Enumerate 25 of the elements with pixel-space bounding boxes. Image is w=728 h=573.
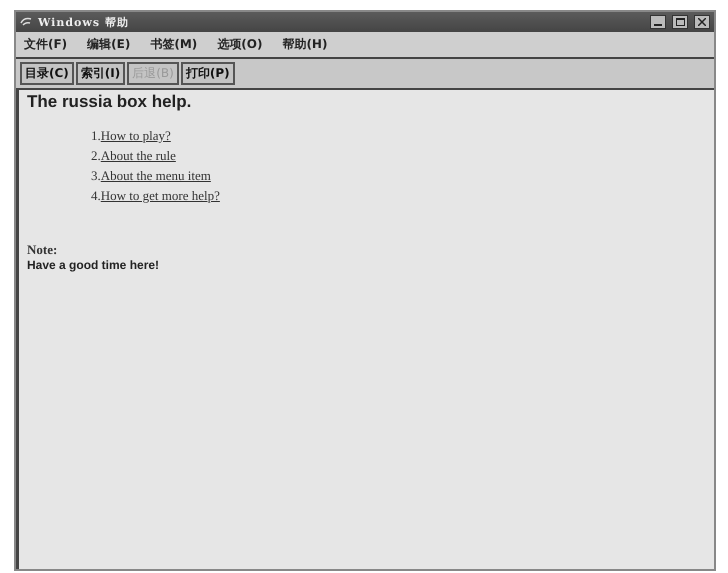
list-number: 3.: [91, 168, 101, 184]
minimize-button[interactable]: [650, 15, 666, 29]
close-button[interactable]: [694, 15, 710, 29]
help-link[interactable]: How to get more help?: [100, 188, 220, 204]
help-heading: The russia box help.: [27, 92, 192, 112]
maximize-button[interactable]: [672, 15, 688, 29]
menu-item[interactable]: 编辑(E): [87, 36, 130, 53]
window-title: Windows 帮助: [38, 14, 130, 30]
menu-item[interactable]: 帮助(H): [282, 36, 328, 53]
menu-item[interactable]: 选项(O): [217, 36, 262, 53]
note-text: Have a good time here!: [27, 258, 160, 272]
toolbar-button[interactable]: 目录(C): [20, 62, 74, 85]
note-label: Note:: [27, 242, 58, 258]
help-link[interactable]: How to play?: [100, 128, 171, 144]
close-icon: [698, 18, 706, 26]
list-number: 1.: [91, 128, 101, 144]
list-number: 4.: [91, 188, 101, 204]
toolbar-button[interactable]: 索引(I): [76, 62, 126, 85]
menu-item[interactable]: 文件(F): [24, 36, 68, 53]
maximize-icon: [676, 18, 684, 26]
list-number: 2.: [91, 148, 101, 164]
toolbar-button[interactable]: 打印(P): [180, 62, 235, 85]
help-link[interactable]: About the rule: [100, 148, 176, 164]
help-link[interactable]: About the menu item: [100, 168, 211, 184]
menu-item[interactable]: 书签(M): [150, 36, 198, 53]
